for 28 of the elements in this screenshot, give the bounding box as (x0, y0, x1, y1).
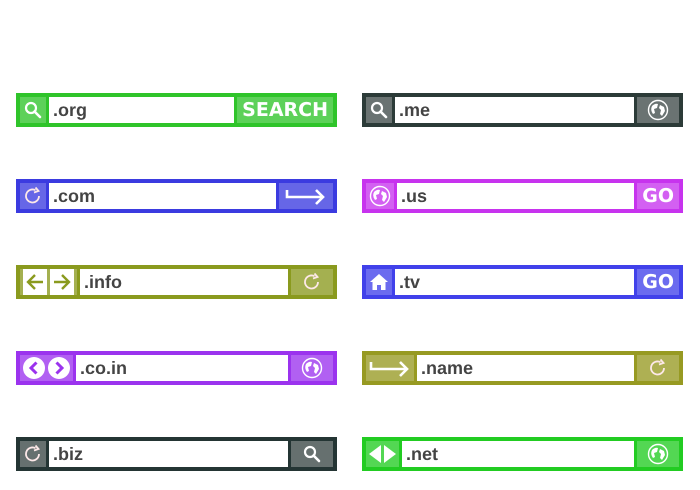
address-field[interactable]: .biz (49, 441, 288, 467)
search-button[interactable]: GO (637, 269, 679, 295)
address-field[interactable]: .net (402, 441, 634, 467)
hook-arrow-icon[interactable] (285, 186, 327, 206)
address-field[interactable]: .co.in (76, 355, 288, 381)
chevron-right-icon[interactable] (48, 357, 70, 379)
action-button[interactable] (279, 183, 333, 209)
arrow-right-icon[interactable] (50, 269, 74, 295)
address-field[interactable]: .us (397, 183, 634, 209)
action-button[interactable] (291, 355, 333, 381)
chevron-left-icon[interactable] (23, 357, 45, 379)
address-field[interactable]: .com (49, 183, 276, 209)
search-icon[interactable] (370, 101, 388, 119)
address-field[interactable]: .name (417, 355, 634, 381)
globe-icon[interactable] (647, 99, 669, 121)
arrow-left-icon[interactable] (23, 269, 47, 295)
address-field[interactable]: .me (395, 97, 634, 123)
refresh-icon[interactable] (648, 358, 668, 378)
action-button[interactable] (291, 441, 333, 467)
address-field[interactable]: .info (80, 269, 288, 295)
address-field[interactable]: .tv (395, 269, 634, 295)
search-icon[interactable] (303, 445, 321, 463)
action-button[interactable] (637, 97, 679, 123)
refresh-icon[interactable] (302, 272, 322, 292)
globe-icon[interactable] (301, 357, 323, 379)
triangle-left-icon[interactable] (369, 445, 381, 463)
address-field[interactable]: .org (49, 97, 234, 123)
triangle-right-icon[interactable] (384, 445, 396, 463)
